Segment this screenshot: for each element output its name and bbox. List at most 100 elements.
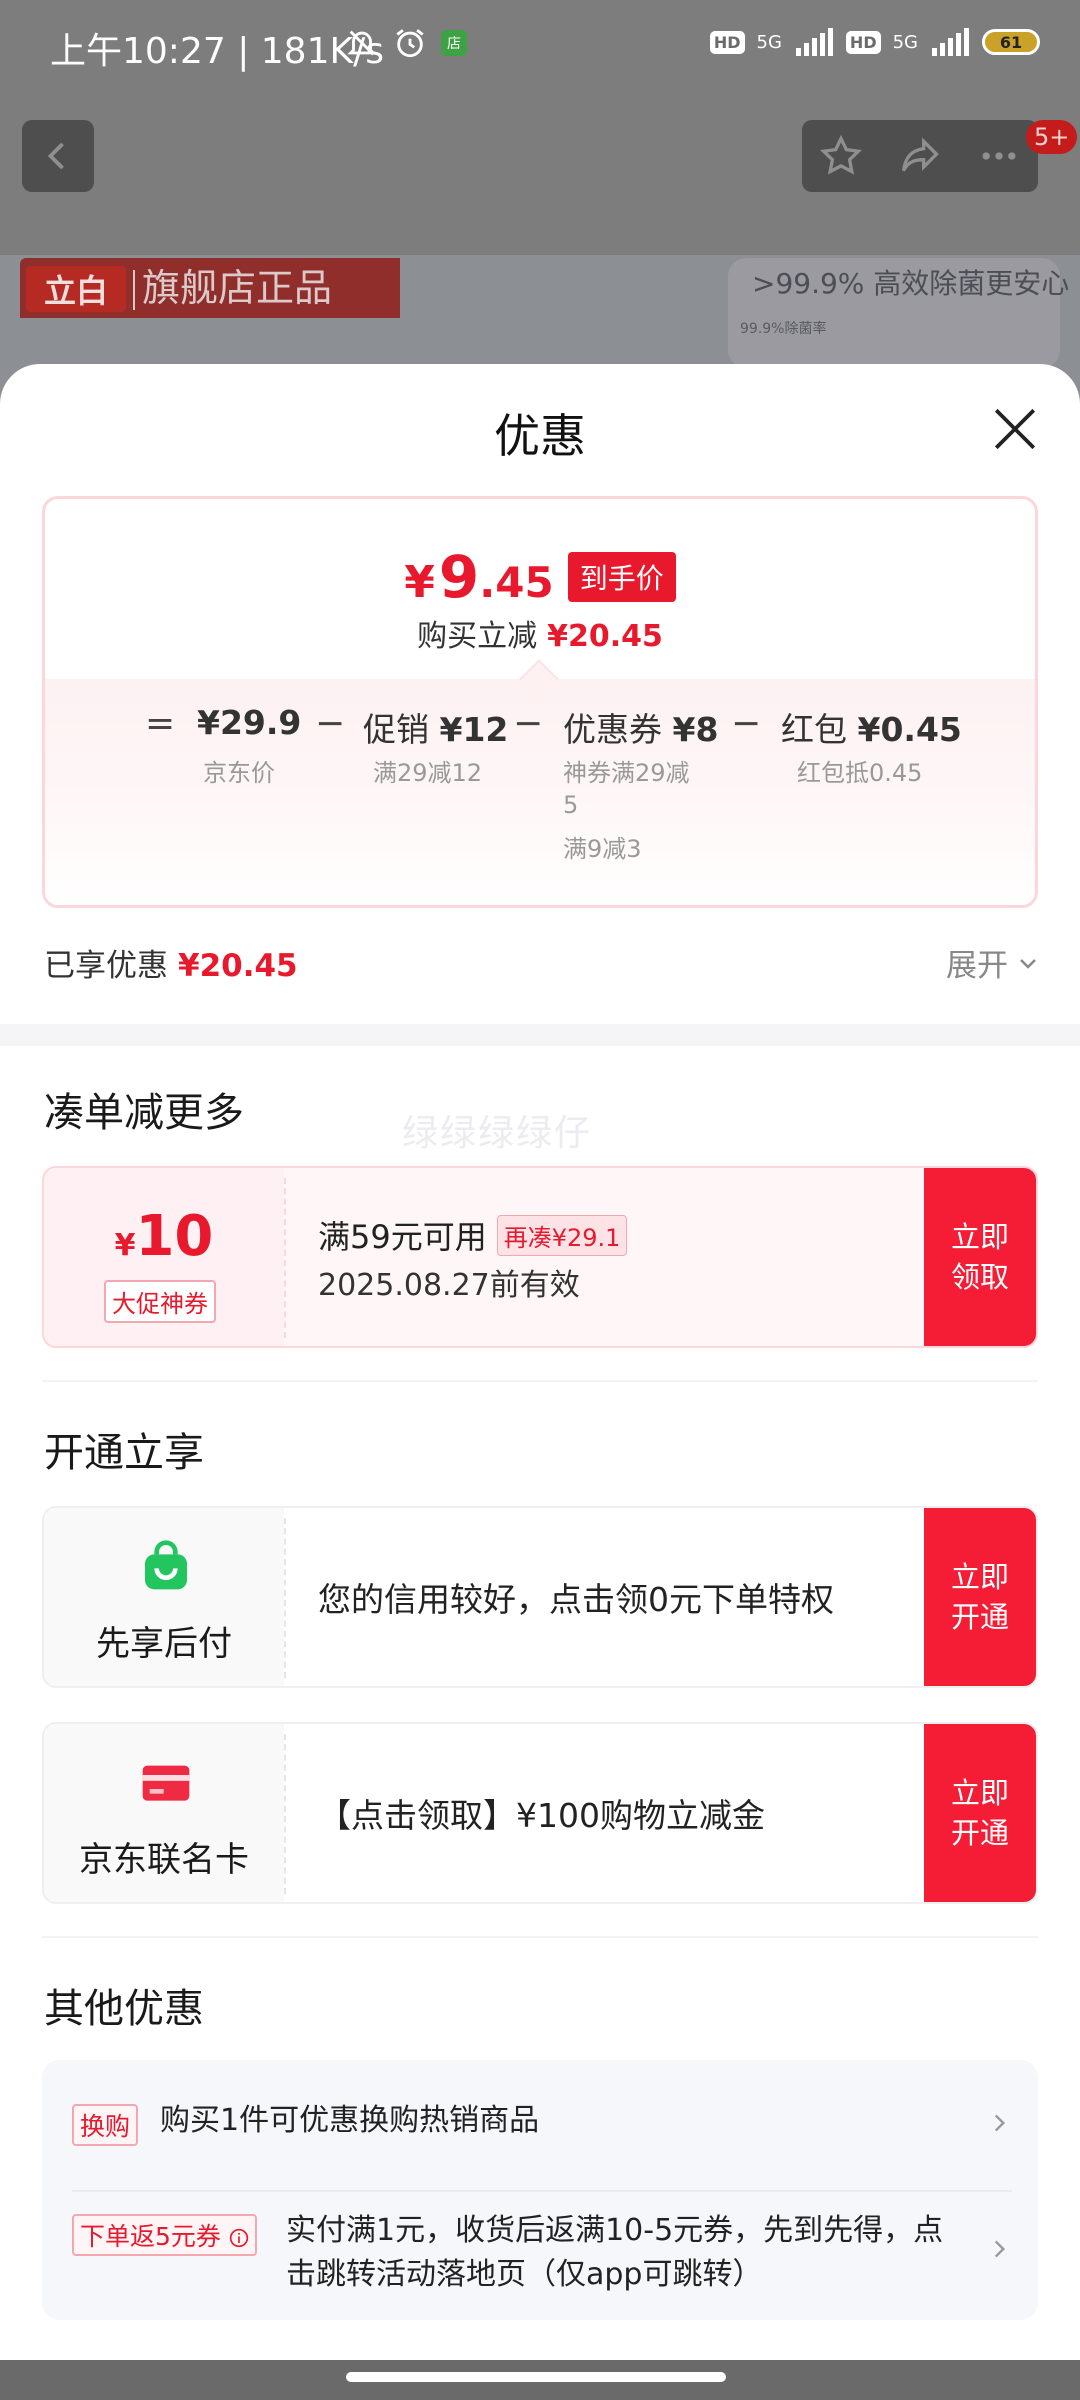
promo-value: ¥12 [439, 710, 509, 749]
credit-card-icon [142, 1765, 190, 1801]
back-button[interactable] [22, 120, 94, 192]
others-divider [72, 2190, 1012, 2192]
reduction-amount: ¥20.45 [547, 619, 663, 654]
claim-coupon-button[interactable]: 立即 领取 [924, 1168, 1036, 1346]
section-divider-2 [42, 1936, 1038, 1938]
coupon-sub-1: 神券满29减 [563, 759, 690, 787]
status-bar: 上午10:27 | 181K/s 店 HD 5G HD 5G 61 [0, 0, 1080, 96]
promo-text: >99.9% 高效除菌更安心 [752, 267, 1070, 300]
minus-sign-3: − [731, 703, 762, 744]
chevron-right-icon [994, 2114, 1006, 2132]
more-icon[interactable] [977, 134, 1021, 178]
home-indicator[interactable] [346, 2372, 726, 2382]
other-offers-panel: 换购 购买1件可优惠换购热销商品 下单返5元券 实付满1元，收货后返满10-5元… [42, 2060, 1038, 2320]
coupon-sub-2: 满9减3 [563, 835, 642, 863]
coupon-card: ¥10 大促神券 满59元可用 再凑¥29.1 2025.08.27前有效 立即… [42, 1166, 1038, 1348]
chevron-left-icon [47, 142, 64, 170]
pay-later-card: 先享后付 您的信用较好，点击领0元下单特权 立即 开通 [42, 1506, 1038, 1688]
coupon-term: 优惠券 ¥8 [563, 703, 718, 751]
saved-amount: ¥20.45 [178, 948, 298, 984]
network-type: 5G [756, 31, 782, 53]
hd-icon-2: HD [845, 30, 881, 54]
status-time: 上午10:27 | 181K/s [50, 31, 384, 72]
price-breakdown-card: ¥ 9 .45 到手价 购买立减 ¥20.45 = ¥29.9 京东价 − 促销 … [42, 496, 1038, 908]
co-brand-separator [284, 1734, 286, 1894]
co-brand-text: 【点击领取】¥100购物立减金 [318, 1796, 765, 1835]
activate-button-line-1: 立即 [950, 1776, 1009, 1810]
pay-later-name: 先享后付 [96, 1624, 232, 1664]
coupon-add-more-tag: 再凑¥29.1 [496, 1214, 628, 1256]
coupon-type-tag: 大促神券 [104, 1280, 216, 1323]
discount-sheet: 优惠 ¥ 9 .45 到手价 购买立减 ¥20.45 = ¥29.9 京东价 − … [0, 364, 1080, 2360]
signal-icon-2 [932, 28, 969, 56]
trade-in-text: 购买1件可优惠换购热销商品 [160, 2103, 540, 2138]
co-brand-name: 京东联名卡 [79, 1840, 249, 1880]
final-price-currency: ¥ [404, 557, 435, 608]
jd-price: ¥29.9 [197, 703, 301, 742]
expand-label: 展开 [946, 948, 1008, 984]
redpack-value: ¥0.45 [857, 710, 962, 749]
section-divider [42, 1380, 1038, 1382]
coupon-sub-1b: 5 [563, 791, 579, 819]
final-price: ¥ 9 .45 到手价 [45, 543, 1035, 611]
minus-sign-2: − [513, 703, 544, 744]
co-brand-card: 京东联名卡 【点击领取】¥100购物立减金 立即开通 [42, 1722, 1038, 1904]
close-icon[interactable] [990, 404, 1040, 454]
status-notification-icons: 店 [345, 26, 467, 60]
price-calculation: = ¥29.9 京东价 − 促销 ¥12 满29减12 − 优惠券 ¥8 神券满… [45, 703, 1035, 903]
saved-discount: 已享优惠 ¥20.45 [44, 940, 298, 985]
coupon-value: ¥8 [672, 710, 719, 749]
reduction-label: 购买立减 [417, 619, 538, 654]
promo-term: 促销 ¥12 [363, 703, 508, 751]
jd-price-label: 京东价 [203, 759, 275, 787]
signal-icon [795, 28, 833, 56]
equals-sign: = [145, 703, 176, 744]
expand-button[interactable]: 展开 [946, 940, 1040, 985]
coupon-label: 优惠券 [563, 710, 662, 749]
info-icon[interactable] [229, 2228, 249, 2248]
promo-subtext: 99.9%除菌率 [740, 321, 827, 337]
alarm-icon [396, 29, 424, 58]
trade-in-tag: 换购 [72, 2104, 139, 2146]
section-gap [0, 1024, 1080, 1046]
claim-button-line-2: 领取 [950, 1260, 1009, 1294]
cashback-text-line-1: 实付满1元，收货后返满10-5元券，先到先得，点 [286, 2213, 944, 2248]
cashback-tag: 下单返5元券 [72, 2214, 257, 2256]
cashback-coupon-offer[interactable]: 下单返5元券 实付满1元，收货后返满10-5元券，先到先得，点 击跳转活动落地页… [72, 2198, 1012, 2308]
redpack-term: 红包 ¥0.45 [781, 703, 962, 751]
app-notification-icon: 店 [441, 30, 467, 56]
final-price-integer: 9 [438, 543, 480, 611]
redpack-label: 红包 [781, 710, 847, 749]
mute-bell-icon [347, 30, 377, 56]
watermark: 绿绿绿绿仔 [402, 1113, 593, 1154]
others-section-title: 其他优惠 [44, 1986, 204, 2032]
chevron-down-icon [1020, 958, 1036, 969]
star-icon[interactable] [819, 134, 863, 178]
shopping-bag-icon [145, 1540, 187, 1590]
activate-pay-later-button[interactable]: 立即 开通 [924, 1508, 1036, 1686]
coupon-condition-text: 满59元可用 [318, 1218, 487, 1256]
promo-label: 促销 [363, 710, 429, 749]
final-price-tag: 到手价 [567, 552, 676, 602]
activate-button-line-2: 开通 [950, 1816, 1009, 1850]
saved-label: 已享优惠 [44, 948, 168, 984]
chevron-right-icon [994, 2240, 1006, 2258]
claim-button-line-1: 立即 [950, 1220, 1009, 1254]
activate-button-line-2: 开通 [950, 1600, 1009, 1634]
nav-actions [802, 120, 1038, 192]
coupon-number: 10 [135, 1204, 214, 1269]
coupon-amount: ¥10 [44, 1204, 284, 1269]
message-badge: 5+ [1026, 120, 1078, 154]
share-icon[interactable] [898, 134, 942, 178]
cashback-text-line-2: 击跳转活动落地页（仅app可跳转） [286, 2257, 763, 2292]
activate-co-brand-button[interactable]: 立即 开通 [924, 1724, 1036, 1902]
coupon-currency: ¥ [114, 1228, 136, 1263]
cashback-tag-text: 下单返5元券 [80, 2222, 221, 2251]
network-type-2: 5G [892, 31, 918, 53]
pay-later-text: 您的信用较好，点击领0元下单特权 [318, 1580, 834, 1619]
hd-icon: HD [709, 30, 745, 54]
minus-sign: − [315, 703, 346, 744]
jd-price-value: ¥29.9 [197, 703, 302, 742]
trade-in-offer[interactable]: 换购 购买1件可优惠换购热销商品 [72, 2103, 1012, 2148]
promo-sub: 满29减12 [373, 759, 483, 787]
